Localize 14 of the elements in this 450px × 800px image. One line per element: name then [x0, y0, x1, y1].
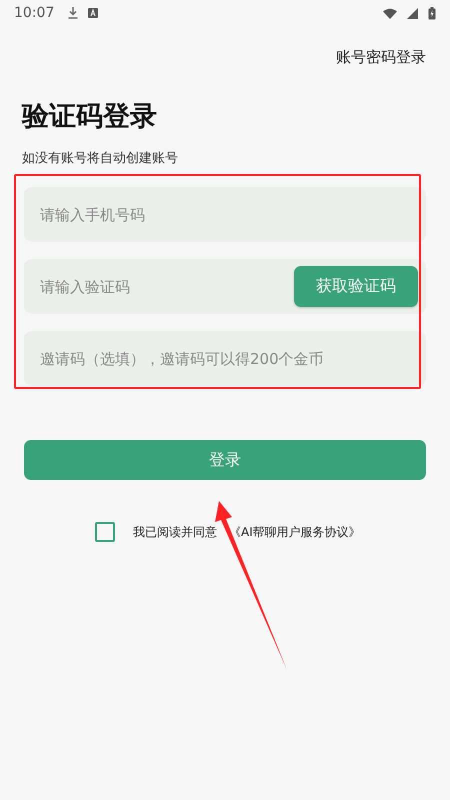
- input-field[interactable]: 邀请码（选填），邀请码可以得200个金币: [24, 331, 426, 386]
- page-title: 验证码登录: [22, 101, 158, 134]
- input-field[interactable]: 请输入手机号码: [24, 187, 426, 242]
- app-notification-icon: [88, 8, 98, 18]
- status-time: 10:07: [14, 5, 54, 21]
- agreement-checkbox[interactable]: [95, 522, 115, 542]
- wifi-icon: [383, 8, 397, 18]
- download-icon: [68, 7, 78, 19]
- service-agreement-link[interactable]: 《AI帮聊用户服务协议》: [229, 524, 361, 541]
- battery-icon: [428, 6, 436, 20]
- signal-icon: [407, 8, 418, 18]
- subtitle: 如没有账号将自动创建账号: [22, 150, 179, 168]
- password-login-link[interactable]: 账号密码登录: [336, 48, 426, 67]
- agreement-text: 我已阅读并同意: [133, 524, 217, 541]
